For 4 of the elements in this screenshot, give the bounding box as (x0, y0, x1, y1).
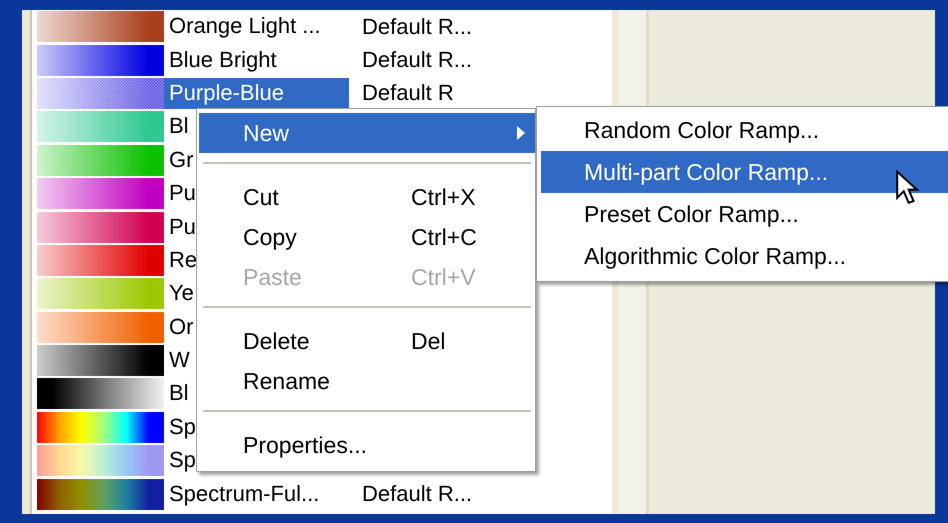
ramp-category: Default R (362, 79, 454, 108)
ramp-category: Default R... (362, 46, 472, 74)
ramp-category: Default R... (362, 480, 472, 508)
ramp-category: Default R... (362, 12, 472, 41)
